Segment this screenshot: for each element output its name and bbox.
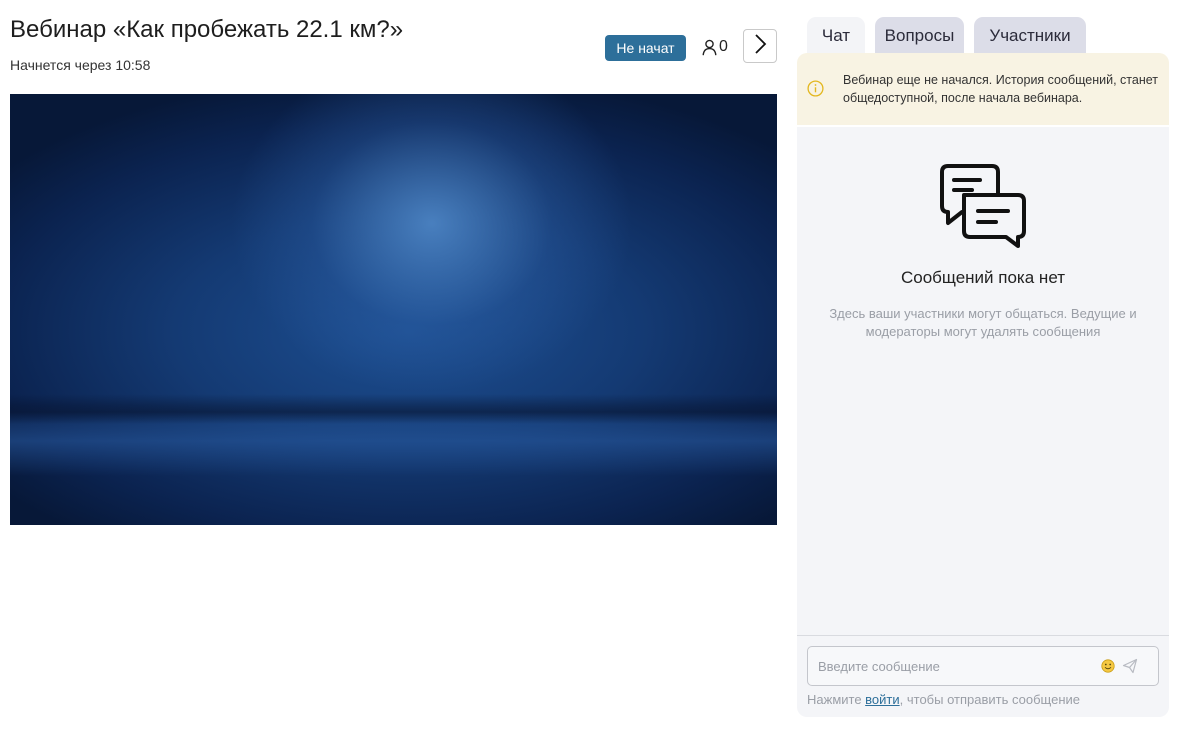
login-hint: Нажмите войти, чтобы отправить сообщение: [807, 692, 1080, 707]
webinar-page: Вебинар «Как пробежать 22.1 км?» Начнетс…: [0, 0, 1177, 731]
empty-state-description: Здесь ваши участники могут общаться. Вед…: [829, 306, 1137, 339]
status-badge: Не начат: [605, 35, 686, 61]
divider: [797, 635, 1169, 636]
smiley-icon[interactable]: [1101, 659, 1115, 678]
person-icon: [702, 39, 717, 56]
chevron-right-icon: [753, 33, 767, 60]
next-button[interactable]: [743, 29, 777, 63]
chat-bubbles-icon: [940, 164, 1028, 253]
login-link[interactable]: войти: [865, 692, 899, 707]
tab-questions[interactable]: Вопросы: [875, 17, 964, 55]
tab-participants[interactable]: Участники: [974, 17, 1086, 55]
login-hint-prefix: Нажмите: [807, 692, 866, 707]
page-title: Вебинар «Как пробежать 22.1 км?»: [10, 16, 404, 43]
chat-panel: Сообщений пока нет Здесь ваши участники …: [797, 127, 1169, 717]
empty-state-title: Сообщений пока нет: [901, 268, 1065, 287]
message-input[interactable]: [808, 647, 1088, 685]
video-player[interactable]: [10, 94, 777, 525]
info-icon: [807, 80, 824, 102]
notice-banner: Вебинар еще не начался. История сообщени…: [797, 53, 1169, 125]
participants-count: 0: [719, 38, 728, 55]
paper-plane-icon[interactable]: [1122, 658, 1138, 679]
tab-chat[interactable]: Чат: [807, 17, 865, 55]
chat-tabs: Чат Вопросы Участники: [807, 17, 1086, 55]
message-input-box: [807, 646, 1159, 686]
participants-counter: 0: [702, 36, 728, 58]
login-hint-suffix: , чтобы отправить сообщение: [899, 692, 1080, 707]
countdown-text: Начнется через 10:58: [10, 57, 151, 73]
notice-text: Вебинар еще не начался. История сообщени…: [843, 73, 1158, 105]
